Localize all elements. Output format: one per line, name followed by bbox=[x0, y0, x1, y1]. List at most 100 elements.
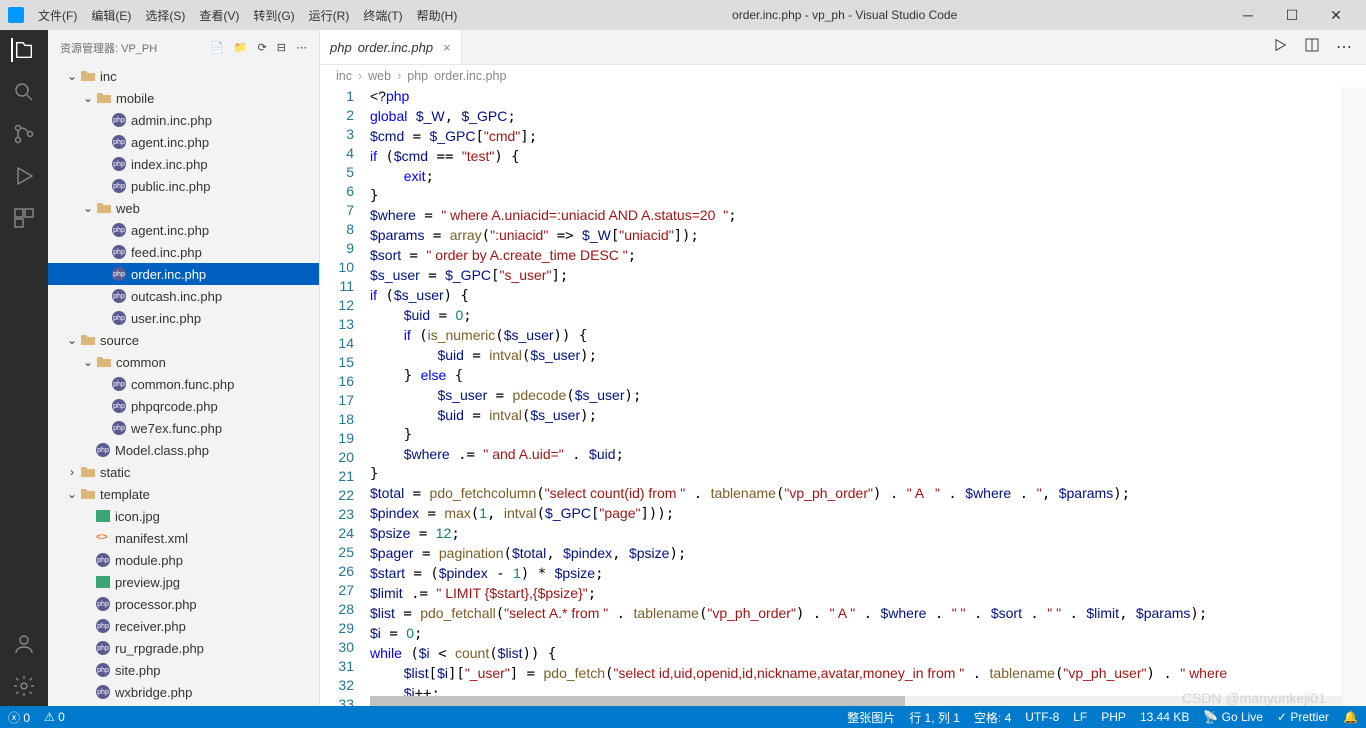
chevron-down-icon: ⌄ bbox=[64, 333, 80, 347]
file-item[interactable]: php wxbridge.php bbox=[48, 681, 319, 703]
status-item[interactable]: 13.44 KB bbox=[1140, 710, 1189, 724]
file-item[interactable]: phpagent.inc.php bbox=[48, 219, 319, 241]
minimap[interactable] bbox=[1342, 87, 1366, 706]
file-item[interactable]: phpwe7ex.func.php bbox=[48, 417, 319, 439]
menu-item[interactable]: 终端(T) bbox=[357, 5, 408, 26]
xml-icon: <> bbox=[96, 532, 110, 544]
file-item[interactable]: php module.php bbox=[48, 549, 319, 571]
folder-item[interactable]: ⌄source bbox=[48, 329, 319, 351]
file-item[interactable]: phpadmin.inc.php bbox=[48, 109, 319, 131]
status-errors[interactable]: ⓧ 0 bbox=[8, 709, 30, 726]
account-icon[interactable] bbox=[12, 632, 36, 656]
scrollbar-thumb[interactable] bbox=[370, 696, 905, 706]
settings-icon[interactable] bbox=[12, 674, 36, 698]
file-item[interactable]: phpru_rpgrade.php bbox=[48, 637, 319, 659]
search-icon[interactable] bbox=[12, 80, 36, 104]
menu-item[interactable]: 编辑(E) bbox=[85, 5, 137, 26]
chevron-down-icon: ⌄ bbox=[64, 487, 80, 501]
status-item[interactable]: 行 1, 列 1 bbox=[909, 709, 960, 726]
breadcrumb[interactable]: inc›web›phporder.inc.php bbox=[320, 65, 1366, 87]
status-item[interactable]: UTF-8 bbox=[1025, 710, 1059, 724]
status-warnings[interactable]: ⚠ 0 bbox=[44, 710, 65, 724]
folder-item[interactable]: ⌄web bbox=[48, 197, 319, 219]
file-item[interactable]: preview.jpg bbox=[48, 571, 319, 593]
close-tab-icon[interactable]: × bbox=[443, 40, 451, 55]
file-item[interactable]: phpModel.class.php bbox=[48, 439, 319, 461]
file-item[interactable]: <>manifest.xml bbox=[48, 527, 319, 549]
breadcrumb-item[interactable]: order.inc.php bbox=[434, 69, 506, 83]
status-item[interactable]: LF bbox=[1073, 710, 1087, 724]
folder-item[interactable]: ⌄mobile bbox=[48, 87, 319, 109]
item-label: feed.inc.php bbox=[131, 245, 202, 260]
item-label: outcash.inc.php bbox=[131, 289, 222, 304]
new-file-icon[interactable]: 📄 bbox=[210, 41, 224, 54]
titlebar: 文件(F)编辑(E)选择(S)查看(V)转到(G)运行(R)终端(T)帮助(H)… bbox=[0, 0, 1366, 30]
code-content[interactable]: <?php global $_W, $_GPC; $cmd = $_GPC["c… bbox=[370, 87, 1342, 706]
folder-item[interactable]: ⌄inc bbox=[48, 65, 319, 87]
run-icon[interactable] bbox=[1272, 37, 1288, 58]
breadcrumb-item[interactable]: inc bbox=[336, 69, 352, 83]
tab-order-inc-php[interactable]: php order.inc.php × bbox=[320, 30, 462, 64]
extensions-icon[interactable] bbox=[12, 206, 36, 230]
file-item[interactable]: phpoutcash.inc.php bbox=[48, 285, 319, 307]
code-area[interactable]: 1234567891011121314151617181920212223242… bbox=[320, 87, 1366, 706]
file-item[interactable]: phpprocessor.php bbox=[48, 593, 319, 615]
status-item[interactable]: 📡 Go Live bbox=[1203, 710, 1263, 724]
status-item[interactable]: ✓ Prettier bbox=[1277, 710, 1329, 724]
item-label: site.php bbox=[115, 663, 161, 678]
close-button[interactable]: ✕ bbox=[1314, 7, 1358, 24]
php-icon: php bbox=[96, 553, 110, 567]
explorer-header: 资源管理器: VP_PH 📄 📁 ⟳ ⊟ ⋯ bbox=[48, 30, 319, 65]
menu-item[interactable]: 选择(S) bbox=[139, 5, 191, 26]
notifications-icon[interactable]: 🔔 bbox=[1343, 710, 1358, 724]
item-label: admin.inc.php bbox=[131, 113, 212, 128]
breadcrumb-item[interactable]: web bbox=[368, 69, 391, 83]
file-item[interactable]: phpuser.inc.php bbox=[48, 307, 319, 329]
file-item[interactable]: phporder.inc.php bbox=[48, 263, 319, 285]
refresh-icon[interactable]: ⟳ bbox=[258, 41, 267, 54]
image-icon bbox=[96, 576, 110, 588]
folder-item[interactable]: ⌄common bbox=[48, 351, 319, 373]
file-item[interactable]: phpindex.inc.php bbox=[48, 153, 319, 175]
more-icon[interactable]: ⋯ bbox=[296, 41, 307, 54]
php-icon: php bbox=[96, 685, 110, 699]
menu-item[interactable]: 查看(V) bbox=[193, 5, 245, 26]
item-label: module.php bbox=[115, 553, 183, 568]
file-item[interactable]: phpcommon.func.php bbox=[48, 373, 319, 395]
status-item[interactable]: PHP bbox=[1101, 710, 1126, 724]
minimize-button[interactable]: ─ bbox=[1226, 7, 1270, 24]
menu-item[interactable]: 运行(R) bbox=[303, 5, 356, 26]
activity-bar bbox=[0, 30, 48, 706]
file-item[interactable]: phpphpqrcode.php bbox=[48, 395, 319, 417]
item-label: processor.php bbox=[115, 597, 197, 612]
item-label: wxbridge.php bbox=[115, 685, 192, 700]
run-debug-icon[interactable] bbox=[12, 164, 36, 188]
php-icon: php bbox=[112, 377, 126, 391]
php-icon: php bbox=[112, 135, 126, 149]
more-actions-icon[interactable]: ⋯ bbox=[1336, 37, 1352, 57]
menu-item[interactable]: 帮助(H) bbox=[411, 5, 464, 26]
vscode-icon bbox=[8, 7, 24, 23]
menu-item[interactable]: 文件(F) bbox=[32, 5, 83, 26]
item-label: index.inc.php bbox=[131, 157, 208, 172]
file-item[interactable]: phpsite.php bbox=[48, 659, 319, 681]
source-control-icon[interactable] bbox=[12, 122, 36, 146]
item-label: we7ex.func.php bbox=[131, 421, 222, 436]
folder-item[interactable]: ›static bbox=[48, 461, 319, 483]
status-item[interactable]: 空格: 4 bbox=[974, 709, 1011, 726]
status-item[interactable]: 整张图片 bbox=[847, 709, 895, 726]
split-editor-icon[interactable] bbox=[1304, 37, 1320, 58]
file-item[interactable]: phppublic.inc.php bbox=[48, 175, 319, 197]
menu-item[interactable]: 转到(G) bbox=[247, 5, 300, 26]
explorer-icon[interactable] bbox=[11, 38, 35, 62]
maximize-button[interactable]: ☐ bbox=[1270, 7, 1314, 24]
folder-item[interactable]: ⌄template bbox=[48, 483, 319, 505]
item-label: receiver.php bbox=[115, 619, 186, 634]
status-bar: ⓧ 0 ⚠ 0 整张图片行 1, 列 1 空格: 4 UTF-8 LF PHP 13.44… bbox=[0, 706, 1366, 728]
file-item[interactable]: phpagent.inc.php bbox=[48, 131, 319, 153]
new-folder-icon[interactable]: 📁 bbox=[234, 41, 248, 54]
collapse-icon[interactable]: ⊟ bbox=[277, 41, 286, 54]
file-item[interactable]: icon.jpg bbox=[48, 505, 319, 527]
file-item[interactable]: phpfeed.inc.php bbox=[48, 241, 319, 263]
file-item[interactable]: phpreceiver.php bbox=[48, 615, 319, 637]
